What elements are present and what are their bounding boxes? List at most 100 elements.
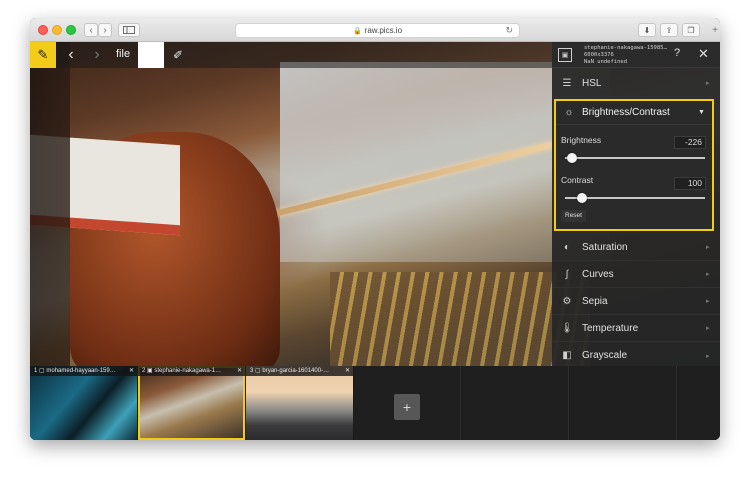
tabs-icon: ❐ [687, 25, 695, 35]
photo-frame [30, 42, 70, 366]
section-title: Brightness/Contrast [582, 107, 670, 118]
new-tab-button[interactable]: + [712, 25, 718, 36]
thumbnail-name: bryan-garcia-1601400-… [262, 368, 330, 374]
sidebar-toggle-button[interactable] [118, 23, 140, 37]
file-menu[interactable]: file [116, 48, 130, 60]
panel-item-label: Temperature [582, 322, 639, 334]
saturation-icon: ◐ [563, 241, 571, 253]
forward-button[interactable]: › [98, 23, 112, 37]
plus-icon: + [712, 25, 718, 36]
thumbnail-label: 2 ▣ stephanie-nakagawa-1… ✕ [138, 366, 245, 376]
adjustments-panel: ▣ stephanie-nakagawa-15985… 6000x3376 Na… [552, 42, 720, 366]
chevron-right-icon: › [94, 46, 100, 63]
brightness-slider[interactable] [565, 153, 705, 163]
contrast-value-input[interactable]: 100 [674, 177, 706, 190]
thumbnail-name: stephanie-nakagawa-1… [154, 368, 222, 374]
panel-item-label: Grayscale [582, 350, 628, 361]
download-icon: ⬇ [643, 25, 651, 35]
back-button[interactable]: ‹ [84, 23, 98, 37]
image-filename: stephanie-nakagawa-15985… [584, 45, 667, 51]
thumbnail-2[interactable]: 2 ▣ stephanie-nakagawa-1… ✕ [138, 366, 245, 440]
brightness-contrast-header[interactable]: ☼ Brightness/Contrast ▼ [556, 101, 712, 125]
close-window-button[interactable] [38, 25, 48, 35]
close-thumbnail-icon[interactable]: ✕ [129, 366, 134, 376]
tabs-overview-button[interactable]: ❐ [682, 23, 700, 37]
sidebar-icon [123, 26, 135, 34]
help-button[interactable]: ? [674, 47, 680, 59]
downloads-button[interactable]: ⬇ [638, 23, 656, 37]
panel-header: ▣ stephanie-nakagawa-15985… 6000x3376 Na… [552, 42, 720, 68]
sun-icon: ☼ [564, 107, 574, 118]
edit-tool-button[interactable]: ✎ [30, 42, 56, 68]
chevron-right-icon: › [103, 24, 107, 36]
brightness-value-input[interactable]: -226 [674, 136, 706, 149]
filmstrip-cell: 1 ▢ mohamed-hayyaan-159… ✕ [30, 366, 137, 440]
panel-item-saturation[interactable]: ◐ Saturation ▸ [552, 234, 720, 261]
contrast-slider-handle[interactable] [576, 193, 587, 203]
chevron-left-icon: ‹ [68, 46, 74, 63]
filmstrip-cell: 3 ▢ bryan-garcia-1601400-… ✕ [246, 366, 353, 440]
reset-button[interactable]: Reset [561, 210, 586, 222]
next-image-button[interactable]: › [90, 42, 104, 68]
panel-item-curves[interactable]: ∫ Curves ▸ [552, 261, 720, 288]
filmstrip-empty-cell [678, 366, 720, 440]
filmstrip-cell: 2 ▣ stephanie-nakagawa-1… ✕ [138, 366, 245, 440]
image-dimensions: 6000x3376 [584, 52, 614, 58]
panel-item-temperature[interactable]: 🌡 Temperature ▸ [552, 315, 720, 342]
address-bar[interactable]: 🔒 raw.pics.io ↻ [235, 23, 520, 38]
close-panel-button[interactable]: ✕ [698, 46, 709, 62]
contrast-slider[interactable] [565, 193, 705, 203]
share-button[interactable]: ⇪ [660, 23, 678, 37]
lock-icon: 🔒 [352, 27, 362, 35]
close-icon: ✕ [698, 46, 709, 61]
panel-item-label: Saturation [582, 241, 628, 253]
chevron-right-icon: ▸ [706, 352, 710, 360]
brightness-slider-handle[interactable] [567, 153, 577, 163]
photo-floor-area [330, 272, 590, 366]
grayscale-icon: ◧ [562, 350, 572, 361]
share-icon: ⇪ [665, 25, 673, 35]
eyedropper-button[interactable]: ✐ [170, 42, 186, 68]
zoom-window-button[interactable] [66, 25, 76, 35]
thumbnail-3[interactable]: 3 ▢ bryan-garcia-1601400-… ✕ [246, 366, 353, 440]
color-swatch[interactable] [138, 42, 164, 68]
raw-pics-app: ✎ ‹ › file ✐ ▣ stephanie-nakagawa-15985…… [30, 42, 720, 440]
eyedropper-icon: ✐ [172, 48, 184, 62]
browser-window: ‹ › 🔒 raw.pics.io ↻ ⬇ ⇪ ❐ + ✎ ‹ › file ✐… [30, 18, 720, 440]
chevron-right-icon: ▸ [706, 298, 710, 305]
reload-icon[interactable]: ↻ [505, 25, 513, 36]
close-thumbnail-icon[interactable]: ✕ [345, 366, 350, 376]
add-image-button[interactable]: + [394, 394, 420, 420]
brightness-contrast-section: ☼ Brightness/Contrast ▼ Brightness -226 … [554, 99, 714, 231]
chevron-right-icon: ▸ [706, 271, 710, 278]
browser-titlebar: ‹ › 🔒 raw.pics.io ↻ ⬇ ⇪ ❐ + [30, 18, 720, 42]
panel-item-label: Sepia [582, 295, 608, 307]
editor-toolbar: ✎ ‹ › file ✐ [30, 42, 552, 68]
previous-image-button[interactable]: ‹ [64, 42, 78, 68]
thumbnail-index: 3 [250, 368, 254, 374]
close-thumbnail-icon[interactable]: ✕ [237, 366, 242, 376]
chevron-right-icon: ▸ [706, 325, 710, 332]
chevron-left-icon: ‹ [89, 24, 93, 36]
image-info-icon[interactable]: ▣ [558, 48, 572, 62]
brightness-label: Brightness [561, 135, 602, 145]
chevron-right-icon: ▸ [706, 244, 710, 251]
thermometer-icon: 🌡 [560, 322, 574, 334]
thumbnail-name: mohamed-hayyaan-159… [46, 368, 116, 374]
sliders-icon: ☰ [562, 77, 572, 89]
thumbnail-label: 3 ▢ bryan-garcia-1601400-… ✕ [246, 366, 353, 376]
thumbnail-index: 2 [142, 368, 146, 374]
image-extra: NaN undefined [584, 59, 628, 65]
filmstrip-empty-cell [570, 366, 677, 440]
thumbnail-1[interactable]: 1 ▢ mohamed-hayyaan-159… ✕ [30, 366, 137, 440]
panel-item-sepia[interactable]: ⚙ Sepia ▸ [552, 288, 720, 315]
address-bar-text: raw.pics.io [364, 26, 403, 35]
minimize-window-button[interactable] [52, 25, 62, 35]
panel-item-hsl[interactable]: ☰ HSL ▸ [552, 70, 720, 97]
filmstrip: 1 ▢ mohamed-hayyaan-159… ✕ 2 ▣ stephanie… [30, 366, 720, 440]
image-meta: stephanie-nakagawa-15985… 6000x3376 NaN … [584, 45, 667, 66]
pencil-icon: ✎ [37, 47, 49, 62]
chevron-down-icon: ▼ [698, 109, 705, 116]
panel-item-grayscale[interactable]: ◧ Grayscale ▸ [552, 342, 720, 369]
chevron-right-icon: ▸ [706, 80, 710, 87]
